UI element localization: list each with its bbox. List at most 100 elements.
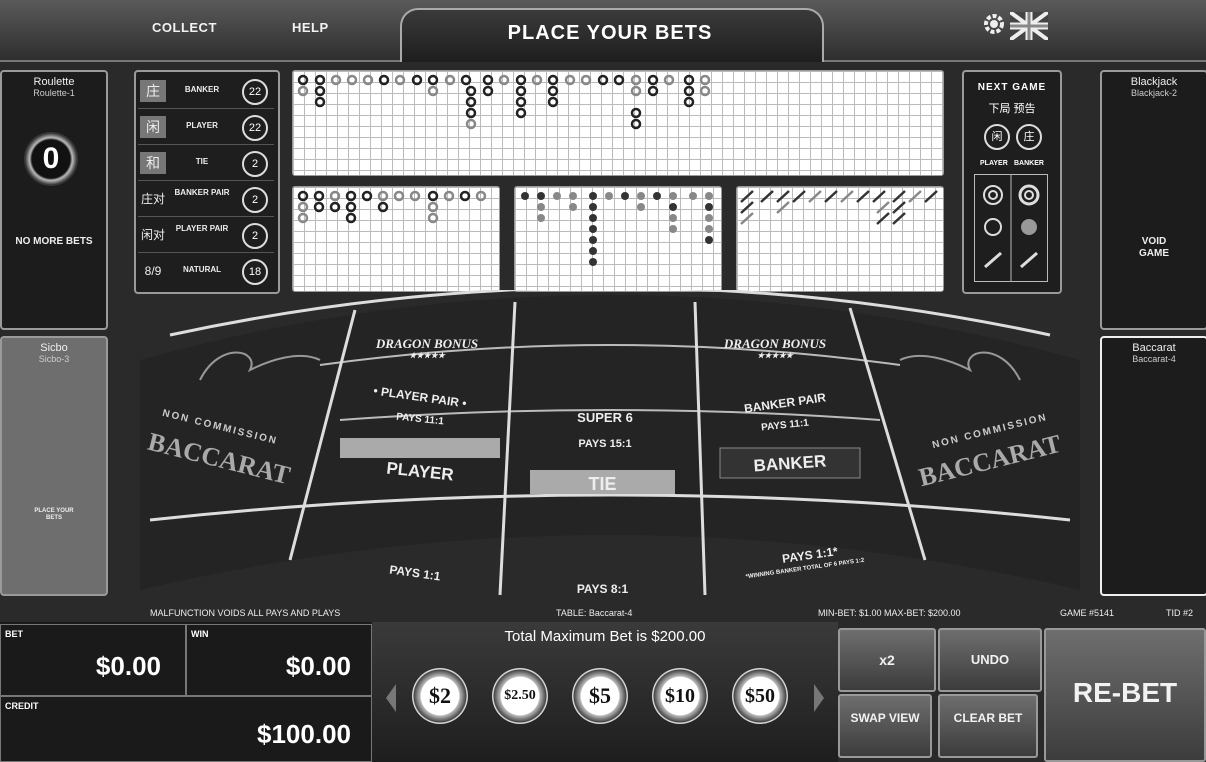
terminal-id: TID #2	[1166, 608, 1194, 618]
panel-status: NO MORE BETS	[15, 236, 93, 247]
page-title: PLACE YOUR BETS	[507, 22, 713, 44]
panel-title: Baccarat	[1132, 342, 1176, 354]
prediction-marks	[983, 175, 1040, 281]
stats-panel: 庄 BANKER 22 闲 PLAYER 22 和 TIE 2 庄对 BANKE…	[134, 70, 280, 294]
malfunction-notice: MALFUNCTION VOIDS ALL PAYS AND PLAYS	[150, 608, 341, 618]
stat-label: PLAYER	[186, 121, 218, 130]
game-number: GAME #5141	[1060, 608, 1115, 618]
tie-pays: PAYS 8:1	[576, 582, 629, 596]
table-name: TABLE: Baccarat-4	[556, 608, 633, 618]
betting-table: DRAGON BONUS ★★★★★ DRAGON BONUS ★★★★★ • …	[140, 290, 1080, 620]
credit-box: CREDIT $100.00	[0, 696, 372, 762]
stat-char: 8/9	[144, 264, 162, 278]
stat-count: 2	[242, 223, 268, 249]
stat-count: 18	[242, 259, 268, 285]
panel-status: PLACE YOUR BETS	[34, 508, 74, 521]
stat-row-player-pair: 闲对 PLAYER PAIR 2	[138, 218, 274, 253]
stat-char: 闲	[140, 116, 166, 138]
help-button[interactable]: HELP	[292, 20, 329, 35]
stat-char: 闲对	[140, 228, 165, 242]
stat-label: BANKER	[184, 85, 220, 94]
chip-5[interactable]: $5	[572, 668, 628, 724]
collect-button[interactable]: COLLECT	[152, 20, 217, 35]
bet-label: BET	[5, 629, 23, 639]
uk-flag-icon[interactable]	[1008, 10, 1050, 42]
super6-pays: PAYS 15:1	[578, 438, 632, 450]
chip-tray: Total Maximum Bet is $200.00 $2 $2.50 $5…	[372, 622, 838, 762]
stat-label: NATURAL	[182, 265, 222, 274]
big-eye-road	[514, 186, 722, 292]
win-label: WIN	[191, 629, 209, 639]
chip-10[interactable]: $10	[652, 668, 708, 724]
cockroach-road	[736, 186, 944, 292]
next-game-banker-button[interactable]: 庄	[1016, 124, 1042, 150]
stat-row-player: 闲 PLAYER 22	[138, 110, 274, 145]
stat-char: 庄对	[140, 192, 165, 206]
dragon-bonus-label: DRAGON BONUS	[375, 336, 479, 351]
next-game-player-label: PLAYER	[980, 160, 1008, 167]
dragon-bonus-label: DRAGON BONUS	[723, 336, 827, 351]
max-bet-notice: Total Maximum Bet is $200.00	[504, 628, 706, 645]
next-game-banker-label: BANKER	[1014, 160, 1044, 167]
stat-label: TIE	[195, 157, 209, 166]
dragon-bonus-banker[interactable]: DRAGON BONUS ★★★★★	[720, 336, 830, 362]
bet-value: $0.00	[95, 651, 161, 681]
next-game-title: NEXT GAME	[977, 82, 1047, 93]
panel-title: Blackjack	[1130, 76, 1178, 88]
account-panel: BET $0.00 WIN $0.00 CREDIT $100.00	[0, 622, 372, 762]
stat-row-natural: 8/9 NATURAL 18	[138, 254, 274, 288]
panel-subtitle: Baccarat-4	[1132, 354, 1176, 364]
bet-box: BET $0.00	[0, 624, 186, 696]
panel-status: VOID GAME	[1139, 236, 1169, 259]
bead-road-marks	[297, 190, 487, 224]
chip-2[interactable]: $2	[412, 668, 468, 724]
stat-char: 庄	[140, 80, 166, 102]
stat-count: 2	[242, 187, 268, 213]
roulette-panel[interactable]: Roulette Roulette-1 0 NO MORE BETS	[0, 70, 108, 330]
dragon-bonus-stars: ★★★★★	[409, 351, 445, 360]
panel-title: Roulette	[33, 76, 75, 88]
stat-char: 和	[140, 152, 166, 174]
gear-icon[interactable]	[982, 12, 1006, 36]
next-game-panel: NEXT GAME 下局 预告 闲 庄 PLAYER BANKER	[962, 70, 1062, 294]
credit-label: CREDIT	[5, 701, 39, 711]
blackjack-panel[interactable]: Blackjack Blackjack-2 VOID GAME	[1100, 70, 1206, 330]
panel-subtitle: Blackjack-2	[1130, 88, 1177, 98]
swap-view-button[interactable]: SWAP VIEW	[838, 694, 932, 758]
stat-count: 22	[242, 79, 268, 105]
baccarat-panel[interactable]: Baccarat Baccarat-4	[1100, 336, 1206, 596]
dragon-bonus-stars: ★★★★★	[757, 351, 793, 360]
chip-scroll-left-icon[interactable]	[386, 684, 396, 712]
chip-50[interactable]: $50	[732, 668, 788, 724]
credit-value: $100.00	[257, 719, 351, 749]
next-game-subtitle: 下局 预告	[988, 103, 1036, 115]
roulette-result-ball: 0	[24, 132, 78, 186]
big-eye-road-marks	[521, 192, 713, 266]
super6-label[interactable]: SUPER 6	[530, 410, 680, 425]
next-game-player-button[interactable]: 闲	[984, 124, 1010, 150]
stat-count: 22	[242, 115, 268, 141]
table-lines	[140, 290, 1080, 596]
win-value: $0.00	[285, 651, 351, 681]
next-game-prediction	[974, 174, 1048, 282]
stat-row-banker: 庄 BANKER 22	[138, 74, 274, 109]
undo-button[interactable]: UNDO	[938, 628, 1042, 692]
cockroach-road-marks	[740, 190, 938, 225]
clear-bet-button[interactable]: CLEAR BET	[938, 694, 1038, 758]
chip-2-50[interactable]: $2.50	[492, 668, 548, 724]
panel-subtitle: Sicbo-3	[38, 354, 70, 364]
roulette-result: 0	[42, 142, 60, 175]
min-max-bet: MIN-BET: $1.00 MAX-BET: $200.00	[818, 608, 961, 618]
panel-subtitle: Roulette-1	[33, 88, 75, 98]
dragon-bonus-player[interactable]: DRAGON BONUS ★★★★★	[372, 336, 482, 362]
sicbo-panel[interactable]: Sicbo Sicbo-3 PLACE YOUR BETS	[0, 336, 108, 596]
stat-row-tie: 和 TIE 2	[138, 146, 274, 181]
chip-scroll-right-icon[interactable]	[814, 684, 824, 712]
panel-title: Sicbo	[40, 342, 68, 354]
win-box: WIN $0.00	[186, 624, 372, 696]
stat-row-banker-pair: 庄对 BANKER PAIR 2	[138, 182, 274, 217]
bead-road	[292, 186, 500, 292]
tie-bet-label[interactable]: TIE	[530, 474, 675, 495]
double-bet-button[interactable]: x2	[838, 628, 936, 692]
rebet-button[interactable]: RE-BET	[1044, 628, 1206, 762]
